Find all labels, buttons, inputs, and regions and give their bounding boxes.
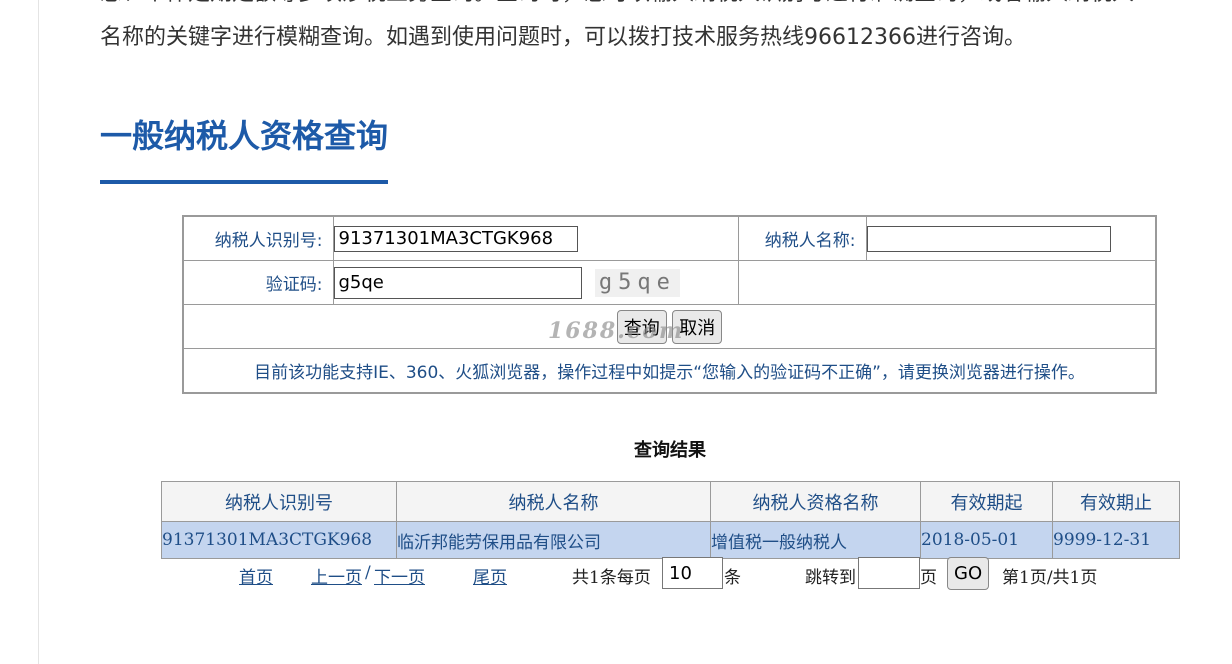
cell-qualification: 增值税一般纳税人 — [710, 521, 921, 559]
cell-valid-from: 2018-05-01 — [920, 521, 1053, 559]
pager-separator: / — [365, 563, 371, 583]
col-header-valid-from: 有效期起 — [920, 481, 1053, 522]
browser-notice: 目前该功能支持IE、360、火狐浏览器，操作过程中如提示“您输入的验证码不正确”… — [182, 348, 1157, 394]
pagination: 首页 上一页 / 下一页 尾页 共1条每页 条 跳转到 页 GO 第1页/共1页 — [0, 557, 1232, 593]
col-header-taxpayer-id: 纳税人识别号 — [161, 481, 397, 522]
col-header-taxpayer-name: 纳税人名称 — [396, 481, 711, 522]
jump-page-unit: 页 — [920, 568, 937, 588]
taxpayer-id-input[interactable] — [333, 225, 578, 252]
taxpayer-id-label: 纳税人识别号: — [182, 215, 334, 261]
last-page-link[interactable]: 尾页 — [473, 563, 507, 588]
cell-valid-to: 9999-12-31 — [1052, 521, 1180, 559]
next-page-link[interactable]: 下一页 — [374, 563, 425, 588]
query-button[interactable]: 查询 — [616, 309, 667, 344]
captcha-image[interactable]: g5qe — [594, 268, 680, 297]
go-button[interactable]: GO — [947, 557, 990, 590]
cancel-button[interactable]: 取消 — [672, 309, 723, 344]
col-header-qualification: 纳税人资格名称 — [710, 481, 921, 522]
taxpayer-name-label: 纳税人名称: — [737, 215, 867, 261]
captcha-label: 验证码: — [182, 260, 334, 305]
intro-line-2: 名称的关键字进行模糊查询。如遇到使用问题时，可以拨打技术服务热线96612366… — [100, 25, 1026, 50]
per-page-unit: 条 — [724, 568, 741, 588]
jump-to-label: 跳转到 — [805, 568, 856, 588]
col-header-valid-to: 有效期止 — [1052, 481, 1180, 522]
intro-line-1: 息、个体定期定额等多项涉税业务查询。查询时，您可以输入纳税人识别号进行准确查询，… — [100, 0, 1232, 16]
page-status: 第1页/共1页 — [1002, 568, 1098, 588]
cell-taxpayer-id: 91371301MA3CTGK968 — [161, 521, 397, 559]
cell-taxpayer-name: 临沂邦能劳保用品有限公司 — [396, 521, 711, 559]
captcha-input[interactable] — [333, 266, 582, 299]
per-page-input[interactable] — [662, 557, 723, 589]
prev-page-link[interactable]: 上一页 — [311, 563, 362, 588]
taxpayer-name-input[interactable] — [866, 225, 1111, 252]
table-row[interactable]: 91371301MA3CTGK968 临沂邦能劳保用品有限公司 增值税一般纳税人… — [161, 521, 1180, 559]
results-title: 查询结果 — [634, 440, 706, 461]
section-title: 一般纳税人资格查询 — [100, 112, 389, 184]
results-header-row: 纳税人识别号 纳税人名称 纳税人资格名称 有效期起 有效期止 — [161, 481, 1180, 522]
results-table: 纳税人识别号 纳税人名称 纳税人资格名称 有效期起 有效期止 91371301M… — [161, 481, 1180, 559]
first-page-link[interactable]: 首页 — [239, 563, 273, 588]
jump-page-input[interactable] — [858, 557, 920, 589]
intro-paragraph: 息、个体定期定额等多项涉税业务查询。查询时，您可以输入纳税人识别号进行准确查询，… — [100, 0, 1232, 60]
query-form: 纳税人识别号: 纳税人名称: 验证码: g5qe 查询 取消 目前该功能支持IE… — [182, 215, 1157, 394]
total-count-text: 共1条每页 — [572, 568, 651, 588]
